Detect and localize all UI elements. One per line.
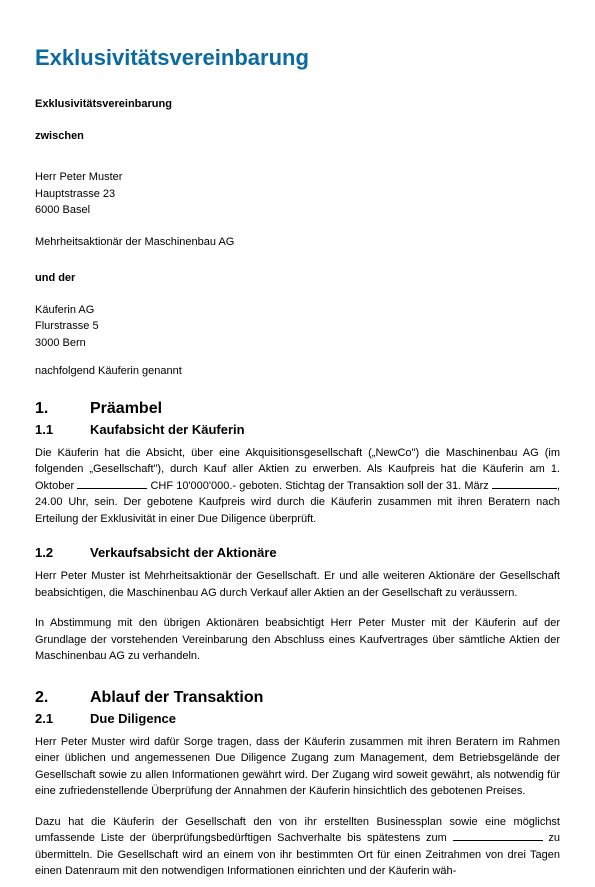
section-1-2-num: 1.2 — [35, 545, 90, 560]
subtitle: Exklusivitätsvereinbarung — [35, 96, 560, 113]
document-title: Exklusivitätsvereinbarung — [35, 45, 560, 71]
section-2-num: 2. — [35, 689, 90, 707]
section-1-1-num: 1.1 — [35, 422, 90, 437]
party1-city: 6000 Basel — [35, 202, 560, 219]
section-1-1-title: Kaufabsicht der Käuferin — [90, 422, 245, 437]
section-2-1-title: Due Diligence — [90, 711, 176, 726]
section-1-2-p1: Herr Peter Muster ist Mehrheitsaktionär … — [35, 568, 560, 601]
blank-field[interactable] — [453, 830, 543, 841]
section-1-heading: 1. Präambel — [35, 400, 560, 418]
party1-name: Herr Peter Muster — [35, 169, 560, 186]
section-2-1-num: 2.1 — [35, 711, 90, 726]
between-label: zwischen — [35, 128, 560, 145]
section-1-1-paragraph: Die Käuferin hat die Absicht, über eine … — [35, 445, 560, 528]
blank-field[interactable] — [492, 478, 557, 489]
section-1-num: 1. — [35, 400, 90, 418]
party1-street: Hauptstrasse 23 — [35, 186, 560, 203]
party2-city: 3000 Bern — [35, 335, 560, 352]
party2-address: Käuferin AG Flurstrasse 5 3000 Bern — [35, 302, 560, 352]
section-1-2-heading: 1.2 Verkaufsabsicht der Aktionäre — [35, 545, 560, 560]
section-2-1-heading: 2.1 Due Diligence — [35, 711, 560, 726]
section-2-heading: 2. Ablauf der Transaktion — [35, 689, 560, 707]
and-label: und der — [35, 270, 560, 287]
section-1-2-title: Verkaufsabsicht der Aktionäre — [90, 545, 277, 560]
section-2-title: Ablauf der Transaktion — [90, 689, 263, 707]
section-1-2-p2: In Abstimmung mit den übrigen Aktionären… — [35, 615, 560, 665]
party2-street: Flurstrasse 5 — [35, 318, 560, 335]
section-1-1-heading: 1.1 Kaufabsicht der Käuferin — [35, 422, 560, 437]
section-2-1-p2: Dazu hat die Käuferin der Gesellschaft d… — [35, 814, 560, 880]
party1-address: Herr Peter Muster Hauptstrasse 23 6000 B… — [35, 169, 560, 219]
party2-name: Käuferin AG — [35, 302, 560, 319]
section-2-1-p1: Herr Peter Muster wird dafür Sorge trage… — [35, 734, 560, 800]
blank-field[interactable] — [77, 478, 147, 489]
section-1-title: Präambel — [90, 400, 162, 418]
party2-role: nachfolgend Käuferin genannt — [35, 363, 560, 380]
party1-role: Mehrheitsaktionär der Maschinenbau AG — [35, 234, 560, 251]
document-page: Exklusivitätsvereinbarung Exklusivitätsv… — [0, 0, 595, 880]
